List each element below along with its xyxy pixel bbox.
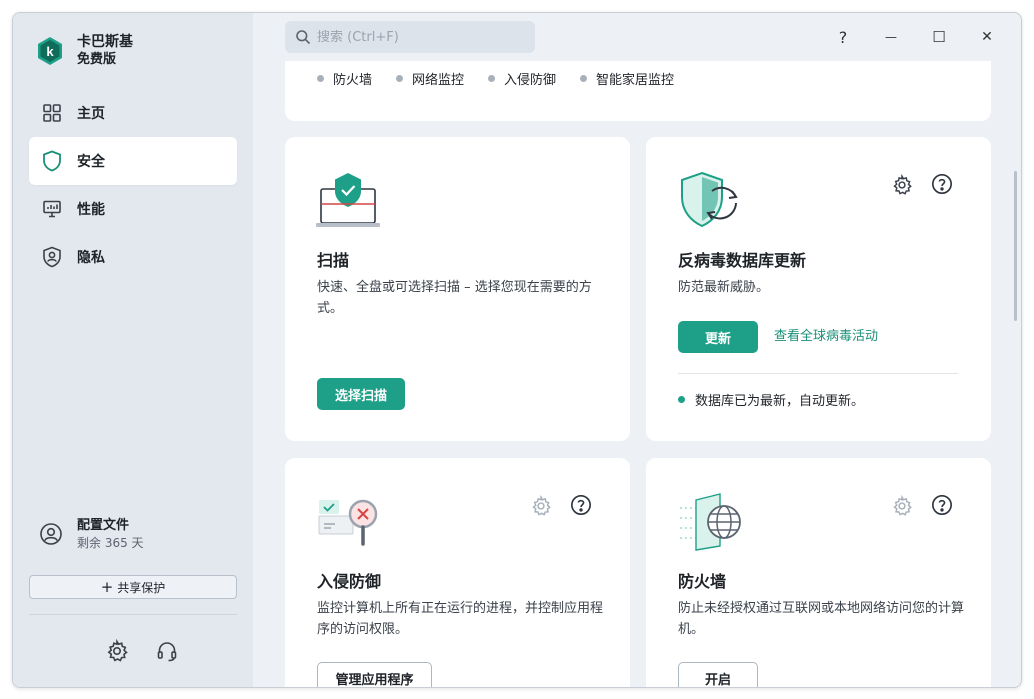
status-dot — [396, 75, 404, 82]
user-circle-icon — [40, 523, 62, 545]
plus-icon: + — [100, 577, 114, 596]
intrusion-magnifier-icon — [318, 499, 378, 546]
sidebar-item-home[interactable]: 主页 — [29, 89, 237, 137]
firewall-title: 防火墙 — [678, 572, 727, 591]
scan-laptop-icon — [316, 173, 380, 227]
status-dot — [488, 75, 496, 82]
enable-firewall-button[interactable]: 开启 — [678, 662, 758, 687]
headset-support-icon[interactable] — [155, 639, 179, 663]
search-icon — [296, 30, 311, 45]
gear-icon[interactable] — [530, 495, 552, 517]
profile-title: 配置文件 — [77, 518, 130, 533]
help-button[interactable]: ? — [819, 23, 867, 51]
scan-title: 扫描 — [317, 251, 350, 270]
app-name: 卡巴斯基 — [77, 34, 133, 50]
close-button[interactable]: ✕ — [963, 23, 1011, 51]
app-edition: 免费版 — [77, 52, 117, 67]
minimize-button[interactable]: — — [867, 23, 915, 51]
database-status-text: 数据库已为最新，自动更新。 — [695, 394, 865, 409]
monitor-icon — [41, 198, 63, 220]
gear-icon[interactable] — [891, 495, 913, 517]
manage-applications-button[interactable]: 管理应用程序 — [317, 662, 432, 687]
feature-label: 智能家居监控 — [596, 73, 675, 88]
network-protection-card: 防火墙 网络监控 入侵防御 智能家居监控 — [285, 61, 991, 121]
feature-label: 网络监控 — [412, 73, 465, 88]
sidebar-nav: 主页 安全 性能 隐私 — [29, 89, 237, 281]
status-dot — [317, 75, 324, 82]
maximize-button[interactable]: ☐ — [915, 23, 963, 51]
firewall-description: 防止未经授权通过互联网或本地网络访问您的计算机。 — [678, 601, 965, 637]
brand: k 卡巴斯基 免费版 — [35, 33, 133, 69]
database-update-icon — [681, 171, 738, 228]
feature-label: 防火墙 — [333, 73, 373, 88]
sidebar-item-label: 隐私 — [77, 250, 105, 266]
feature-item[interactable]: 网络监控 — [396, 69, 464, 88]
gear-icon[interactable] — [891, 174, 913, 196]
svg-text:k: k — [46, 44, 54, 59]
intrusion-prevention-card: 入侵防御 监控计算机上所有正在运行的进程，并控制应用程序的访问权限。 管理应用程… — [285, 458, 630, 687]
sidebar-item-privacy[interactable]: 隐私 — [29, 233, 237, 281]
help-circle-icon[interactable] — [931, 494, 953, 516]
feature-item[interactable]: 入侵防御 — [488, 69, 556, 88]
update-description: 防范最新威胁。 — [678, 280, 770, 295]
share-protection-label: 共享保护 — [117, 580, 166, 595]
gear-icon[interactable] — [105, 639, 129, 663]
sidebar-item-label: 安全 — [77, 154, 105, 170]
select-scan-button[interactable]: 选择扫描 — [317, 378, 405, 410]
update-button[interactable]: 更新 — [678, 321, 758, 353]
help-circle-icon[interactable] — [570, 494, 592, 516]
feature-label: 入侵防御 — [504, 73, 557, 88]
share-protection-button[interactable]: + 共享保护 — [29, 575, 237, 599]
feature-item[interactable]: 智能家居监控 — [580, 69, 674, 88]
status-dot — [580, 75, 588, 82]
window-controls: ? — ☐ ✕ — [819, 23, 1011, 51]
sidebar-item-performance[interactable]: 性能 — [29, 185, 237, 233]
database-update-card: 反病毒数据库更新 防范最新威胁。 更新 查看全球病毒活动 数据库已为最新，自动更… — [646, 137, 991, 441]
search-input[interactable] — [317, 29, 517, 45]
feature-list: 防火墙 网络监控 入侵防御 智能家居监控 — [317, 69, 674, 88]
sidebar-bottom-actions — [105, 639, 179, 663]
profile-link[interactable]: 配置文件 剩余 365 天 — [39, 517, 144, 551]
profile-days-left: 剩余 365 天 — [77, 536, 144, 550]
content-scrollbar[interactable] — [1014, 171, 1017, 321]
sidebar-item-security[interactable]: 安全 — [29, 137, 237, 185]
sidebar-divider — [29, 614, 237, 615]
sidebar-item-label: 性能 — [77, 202, 105, 218]
main-content: 防火墙 网络监控 入侵防御 智能家居监控 扫描 快速、全盘或可选择扫描 – 选择… — [253, 61, 1021, 687]
home-grid-icon — [41, 102, 63, 124]
sidebar-item-label: 主页 — [77, 106, 105, 122]
global-virus-activity-link[interactable]: 查看全球病毒活动 — [774, 325, 878, 344]
scan-card: 扫描 快速、全盘或可选择扫描 – 选择您现在需要的方式。 选择扫描 — [285, 137, 630, 441]
database-status: 数据库已为最新，自动更新。 — [678, 390, 864, 409]
status-dot — [678, 396, 685, 403]
privacy-shield-icon — [41, 246, 63, 268]
firewall-globe-icon — [680, 493, 741, 551]
kaspersky-logo: k — [38, 37, 62, 65]
help-circle-icon[interactable] — [931, 173, 953, 195]
sidebar: k 卡巴斯基 免费版 主页 安全 性能 隐私 配置文件 剩余 365 天 + 共… — [13, 13, 253, 687]
app-window: k 卡巴斯基 免费版 主页 安全 性能 隐私 配置文件 剩余 365 天 + 共… — [12, 12, 1022, 688]
card-divider — [678, 373, 958, 374]
intrusion-title: 入侵防御 — [317, 572, 382, 591]
scan-description: 快速、全盘或可选择扫描 – 选择您现在需要的方式。 — [317, 280, 592, 316]
feature-item[interactable]: 防火墙 — [317, 69, 372, 88]
intrusion-description: 监控计算机上所有正在运行的进程，并控制应用程序的访问权限。 — [317, 601, 604, 637]
update-title: 反病毒数据库更新 — [678, 251, 807, 270]
firewall-card: 防火墙 防止未经授权通过互联网或本地网络访问您的计算机。 开启 — [646, 458, 991, 687]
shield-icon — [41, 150, 63, 172]
search-box[interactable] — [285, 21, 535, 53]
